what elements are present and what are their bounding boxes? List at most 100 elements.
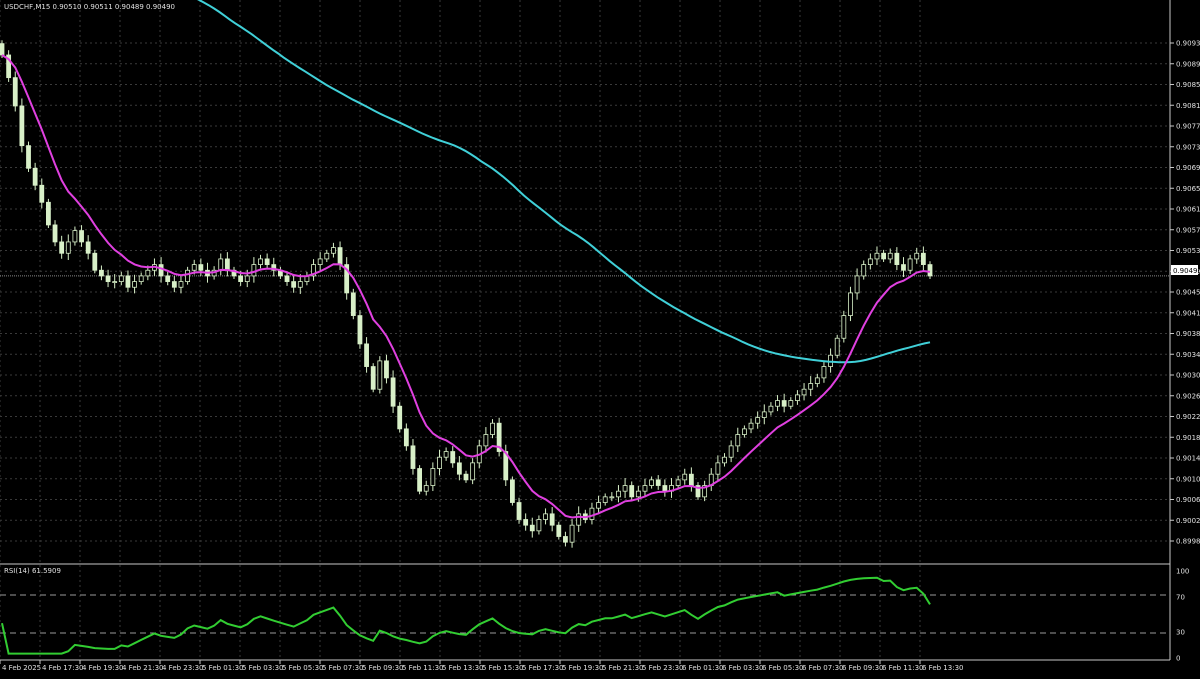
candle-body <box>105 275 111 282</box>
chart-canvas: 0.90930 0.90890 0.90850 0.90810 0.90770 0.907… <box>0 0 1200 675</box>
candle-body <box>483 434 489 447</box>
price-tick-label: 0.90770 <box>1176 123 1200 131</box>
candle-body <box>0 43 5 56</box>
candle-body <box>297 281 303 288</box>
rsi-tick-label: 30 <box>1176 628 1185 636</box>
candle-body <box>92 252 98 271</box>
candle-body <box>549 513 555 526</box>
time-label: 5 Feb 13:30 <box>442 664 483 672</box>
candle-body <box>19 105 25 147</box>
price-tick-label: 0.90655 <box>1176 185 1200 193</box>
candle-body <box>735 434 741 447</box>
candle-body <box>324 252 330 260</box>
candle-body <box>516 502 522 520</box>
candle-body <box>814 377 820 384</box>
candle-body <box>914 252 920 260</box>
candle-body <box>742 428 747 435</box>
price-tick-label: 0.90065 <box>1176 496 1200 504</box>
time-label: 6 Feb 03:30 <box>722 664 763 672</box>
price-tick-label: 0.90575 <box>1176 226 1200 234</box>
candle-body <box>145 269 151 277</box>
candle-body <box>881 252 886 260</box>
time-label: 5 Feb 11:30 <box>402 664 443 672</box>
candle-body <box>65 241 71 254</box>
candle-body <box>377 360 383 390</box>
time-label: 5 Feb 01:30 <box>202 664 243 672</box>
current-price-label: 0.90490 <box>1173 267 1200 275</box>
candle-body <box>85 241 91 254</box>
candle-body <box>841 315 847 339</box>
candle-body <box>32 167 38 186</box>
time-label: 6 Feb 07:30 <box>802 664 843 672</box>
candle-body <box>251 264 257 277</box>
time-label: 5 Feb 05:30 <box>282 664 323 672</box>
candle-body <box>490 422 495 435</box>
candle-body <box>198 264 204 271</box>
candle-body <box>284 275 290 282</box>
candle-body <box>52 224 58 243</box>
price-tick-label: 0.90340 <box>1176 351 1200 359</box>
candle-body <box>437 456 442 469</box>
candle-body <box>755 417 761 424</box>
candle-body <box>118 275 124 282</box>
candle-body <box>185 269 191 282</box>
candle-body <box>99 269 104 277</box>
candle-body <box>901 264 906 271</box>
candle-body <box>403 428 409 447</box>
time-label: 6 Feb 05:30 <box>762 664 803 672</box>
candle-body <box>821 366 827 379</box>
price-tick-label: 0.90890 <box>1176 60 1200 68</box>
price-tick-label: 0.90180 <box>1176 434 1200 442</box>
price-tick-label: 0.90220 <box>1176 413 1200 421</box>
time-label: 4 Feb 19:30 <box>82 664 123 672</box>
time-label: 4 Feb 2025 <box>2 664 41 672</box>
candle-body <box>238 275 244 282</box>
candle-body <box>576 513 582 526</box>
candle-body <box>509 479 515 503</box>
time-label: 6 Feb 13:30 <box>922 664 963 672</box>
time-label: 6 Feb 11:30 <box>882 664 923 672</box>
candle-body <box>927 264 933 277</box>
candle-body <box>563 536 568 543</box>
time-label: 5 Feb 23:30 <box>642 664 683 672</box>
rsi-tick-label: 70 <box>1176 594 1185 602</box>
price-tick-label: 0.90455 <box>1176 289 1200 297</box>
candle-body <box>26 145 31 169</box>
candle-body <box>218 258 224 271</box>
candle-body <box>138 275 144 282</box>
candle-body <box>715 462 721 475</box>
candle-body <box>423 485 429 492</box>
candle-body <box>112 281 118 283</box>
candle-body <box>768 405 774 413</box>
candle-body <box>125 275 131 288</box>
chart-window[interactable]: 0.90930 0.90890 0.90850 0.90810 0.90770 0.907… <box>0 0 1200 675</box>
candle-body <box>158 264 164 277</box>
price-tick-label: 0.90300 <box>1176 372 1200 380</box>
candle-body <box>629 485 635 498</box>
candle-body <box>854 275 860 294</box>
candle-body <box>556 524 562 537</box>
candle-body <box>450 451 456 464</box>
time-label: 4 Feb 21:30 <box>122 664 163 672</box>
candle-body <box>834 337 840 356</box>
price-tick-label: 0.90730 <box>1176 143 1200 151</box>
candle-body <box>682 473 688 481</box>
candle-body <box>72 230 78 243</box>
price-tick-label: 0.90615 <box>1176 206 1200 214</box>
candle-body <box>894 252 900 265</box>
candle-body <box>463 473 469 481</box>
candle-body <box>907 258 913 271</box>
candle-body <box>523 519 529 526</box>
time-label: 5 Feb 07:30 <box>322 664 363 672</box>
candle-body <box>470 462 476 481</box>
candle-body <box>390 377 396 407</box>
time-label: 6 Feb 09:30 <box>842 664 883 672</box>
candle-body <box>331 247 336 254</box>
candle-body <box>46 201 51 226</box>
candle-body <box>649 479 654 486</box>
candle-body <box>350 292 356 316</box>
candle-body <box>79 230 84 243</box>
time-label: 6 Feb 01:30 <box>682 664 723 672</box>
candle-body <box>616 490 621 498</box>
candle-body <box>132 281 137 288</box>
